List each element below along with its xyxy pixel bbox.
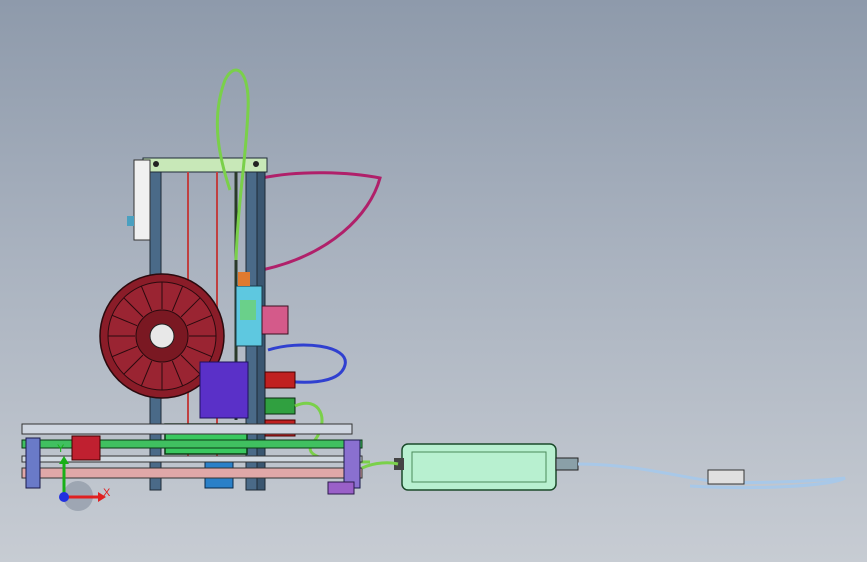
power-supply	[361, 443, 579, 491]
power-plug	[707, 469, 745, 485]
z-axis-dot	[59, 492, 69, 502]
filament-tube	[261, 171, 382, 272]
side-bracket	[127, 159, 151, 241]
y-axis-label: Y	[57, 443, 65, 455]
x-axis-label: X	[103, 487, 111, 499]
electronics-box	[199, 361, 249, 419]
printer-assembly[interactable]	[21, 68, 846, 495]
cad-viewport[interactable]: X Y	[0, 0, 867, 562]
